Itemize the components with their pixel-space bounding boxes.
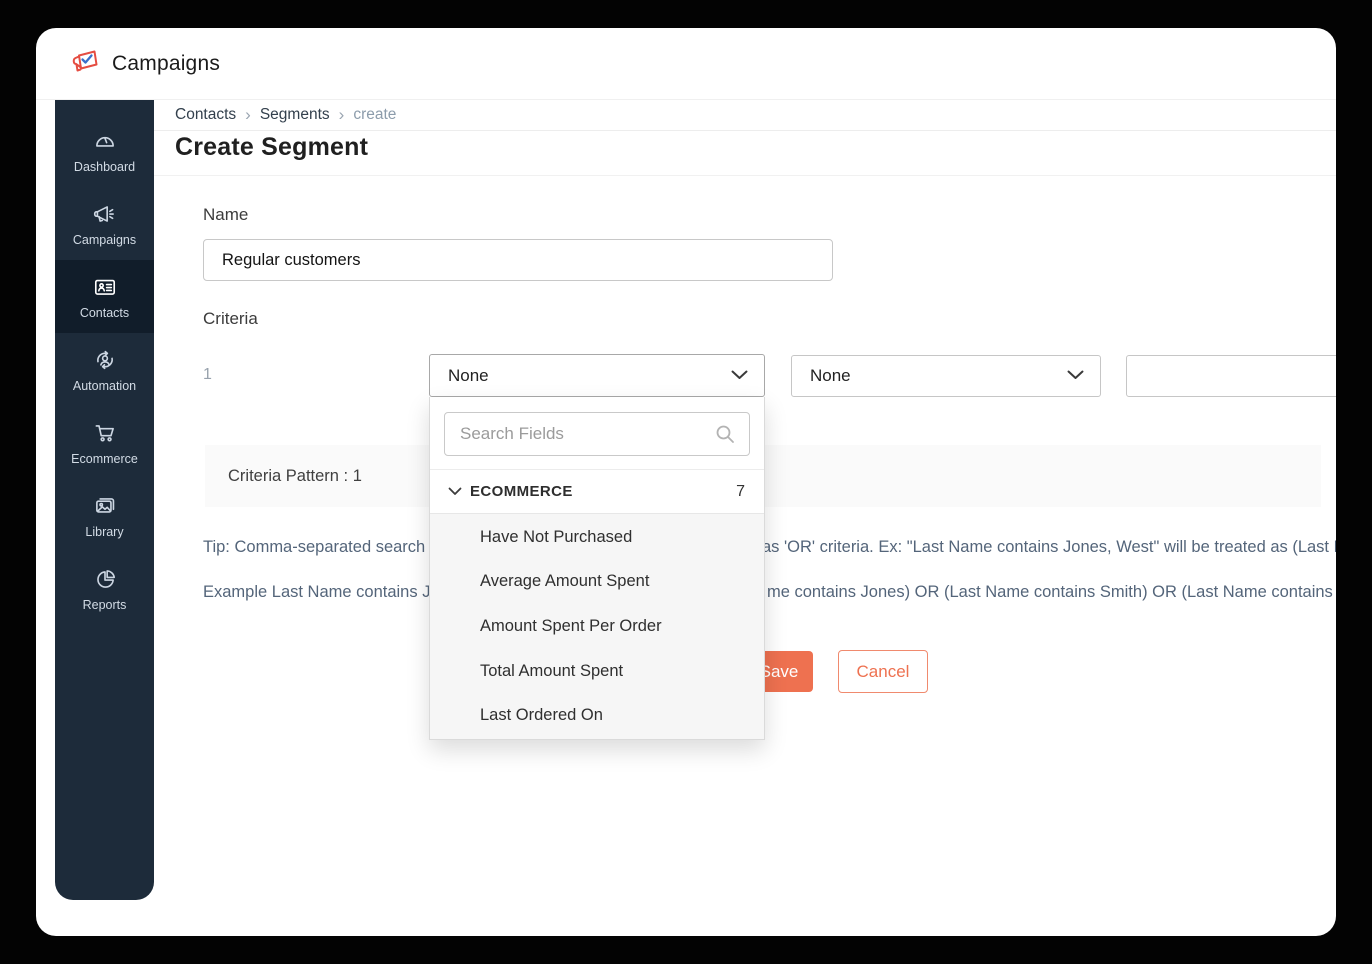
dropdown-item[interactable]: Last Ordered On xyxy=(430,693,764,738)
chevron-down-icon xyxy=(448,483,462,501)
dropdown-group-label: ECOMMERCE xyxy=(470,483,573,500)
dropdown-item[interactable]: Total Amount Spent xyxy=(430,649,764,694)
criteria-label: Criteria xyxy=(203,309,258,328)
sidebar-item-label: Contacts xyxy=(79,305,130,320)
tip-line1-left: Tip: Comma-separated search xyxy=(203,538,426,556)
dropdown-group-ecommerce[interactable]: ECOMMERCE 7 xyxy=(430,470,764,513)
screen-background: Campaigns Dashboard Campaigns Contacts A… xyxy=(0,0,1372,964)
campaigns-logo-icon xyxy=(70,46,100,81)
sidebar-item-label: Library xyxy=(85,524,124,539)
sidebar-item-campaigns[interactable]: Campaigns xyxy=(55,187,154,260)
sidebar-item-label: Reports xyxy=(82,597,127,612)
breadcrumb: Contacts › Segments › create xyxy=(154,100,1336,131)
chevron-right-icon: › xyxy=(338,104,345,124)
sidebar-item-dashboard[interactable]: Dashboard xyxy=(55,114,154,187)
name-label: Name xyxy=(203,205,249,224)
search-fields-input[interactable] xyxy=(444,412,750,456)
criteria-operator-select-value: None xyxy=(810,366,851,385)
sidebar: Dashboard Campaigns Contacts Automation … xyxy=(55,100,154,900)
title-bar: Create Segment xyxy=(154,131,1336,176)
sidebar-item-label: Dashboard xyxy=(73,159,136,174)
contacts-icon xyxy=(92,274,118,300)
sidebar-item-label: Campaigns xyxy=(72,232,137,247)
dropdown-search-section xyxy=(430,397,764,470)
sidebar-item-library[interactable]: Library xyxy=(55,479,154,552)
breadcrumb-create: create xyxy=(353,106,397,123)
tip-line2-left: Example Last Name contains J xyxy=(203,583,431,601)
criteria-field-select[interactable]: None xyxy=(429,354,765,397)
breadcrumb-segments[interactable]: Segments xyxy=(260,106,330,124)
dropdown-item[interactable]: Average Amount Spent xyxy=(430,560,764,605)
ecommerce-icon xyxy=(92,420,118,446)
sidebar-item-contacts[interactable]: Contacts xyxy=(55,260,154,333)
library-icon xyxy=(92,493,118,519)
chevron-down-icon xyxy=(731,367,748,385)
criteria-field-select-value: None xyxy=(448,365,489,385)
sidebar-item-label: Ecommerce xyxy=(71,451,138,466)
dropdown-item[interactable]: Have Not Purchased xyxy=(430,515,764,560)
dashboard-icon xyxy=(92,128,118,154)
sidebar-item-ecommerce[interactable]: Ecommerce xyxy=(55,406,154,479)
sidebar-item-label: Automation xyxy=(72,378,137,393)
app-window: Campaigns Dashboard Campaigns Contacts A… xyxy=(36,28,1336,936)
page-title: Create Segment xyxy=(175,133,369,161)
app-header: Campaigns xyxy=(36,28,1336,100)
sidebar-item-reports[interactable]: Reports xyxy=(55,552,154,625)
criteria-value-input[interactable] xyxy=(1126,355,1336,397)
criteria-pattern-text: Criteria Pattern : 1 xyxy=(228,466,362,485)
tip-line2-right: me contains Jones) OR (Last Name contain… xyxy=(767,583,1336,601)
dropdown-items-list: Have Not Purchased Average Amount Spent … xyxy=(430,513,764,739)
field-dropdown-panel: ECOMMERCE 7 Have Not Purchased Average A… xyxy=(429,397,765,740)
breadcrumb-contacts[interactable]: Contacts xyxy=(175,106,236,124)
reports-icon xyxy=(92,566,118,592)
segment-name-input[interactable] xyxy=(203,239,833,281)
search-icon xyxy=(714,423,736,450)
cancel-button[interactable]: Cancel xyxy=(838,650,928,693)
dropdown-group-count: 7 xyxy=(736,482,745,500)
sidebar-item-automation[interactable]: Automation xyxy=(55,333,154,406)
campaigns-icon xyxy=(92,201,118,227)
tip-line1-right: as 'OR' criteria. Ex: "Last Name contain… xyxy=(762,538,1336,556)
automation-icon xyxy=(92,347,118,373)
dropdown-item[interactable]: Amount Spent Per Order xyxy=(430,604,764,649)
chevron-down-icon xyxy=(1067,367,1084,385)
criteria-row-number: 1 xyxy=(203,366,212,383)
chevron-right-icon: › xyxy=(245,104,251,124)
app-title: Campaigns xyxy=(112,51,221,75)
criteria-operator-select[interactable]: None xyxy=(791,355,1101,397)
